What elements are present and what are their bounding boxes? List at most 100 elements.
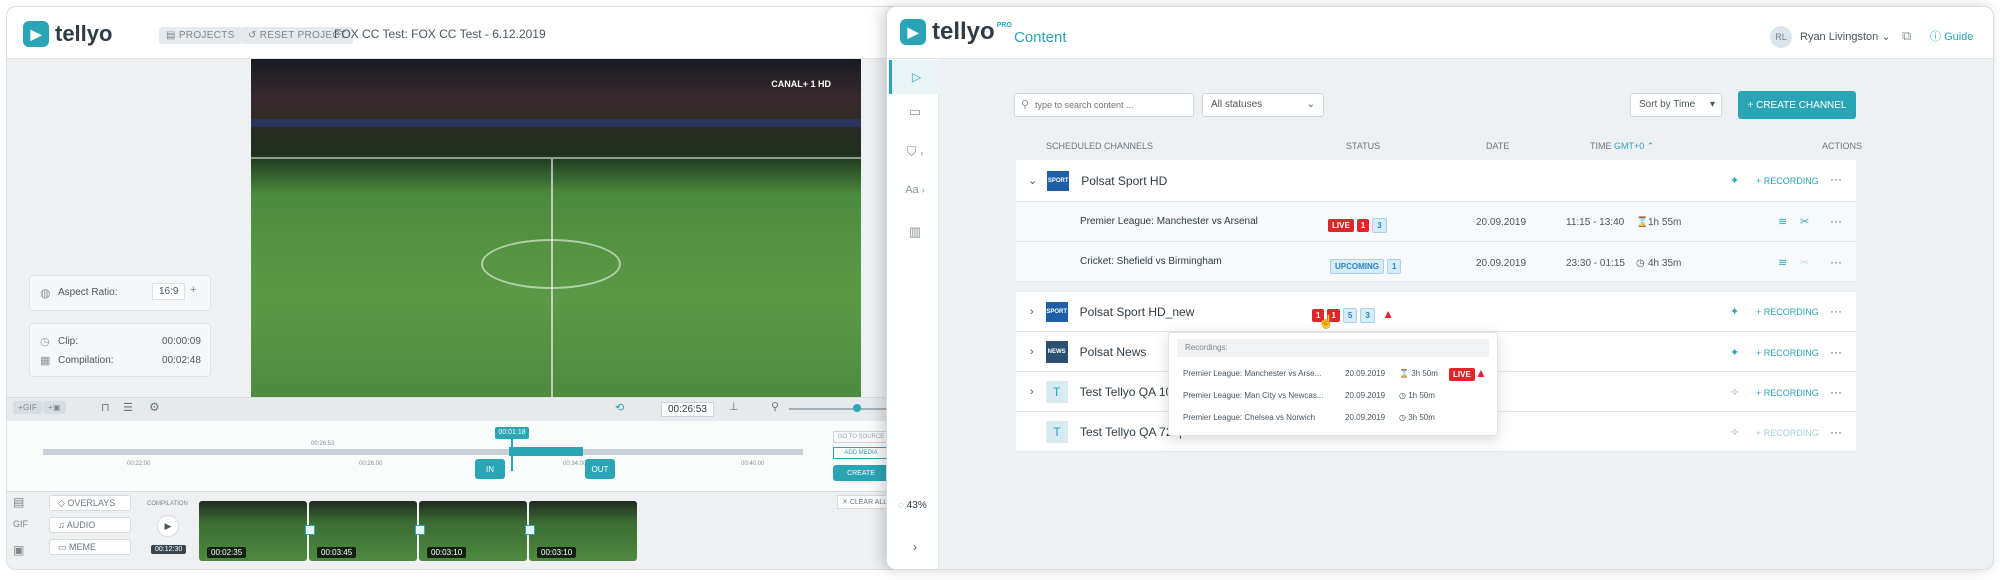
chevron-right-icon[interactable]: › <box>1030 386 1034 398</box>
projects-button[interactable]: ▤ PROJECTS <box>159 27 242 44</box>
search-box[interactable]: ⚲ <box>1014 93 1194 117</box>
avatar[interactable]: RL <box>1770 26 1792 48</box>
add-gif-button[interactable]: +GIF <box>13 401 43 414</box>
add-recording-button[interactable]: + RECORDING <box>1756 348 1819 358</box>
wifi-icon[interactable]: ≋ <box>1778 215 1787 228</box>
scissors-icon[interactable]: ✂ <box>1800 256 1809 269</box>
clip-thumbnail[interactable]: 00:03:10 <box>529 501 637 561</box>
editor-window: ▶ tellyo ▤ PROJECTS ↺ RESET PROJECT FOX … <box>6 6 906 570</box>
more-icon[interactable]: ··· <box>1830 304 1842 318</box>
clip-selection[interactable] <box>509 447 583 456</box>
channel-logo: T <box>1046 420 1068 443</box>
plus-icon[interactable]: + <box>190 284 196 296</box>
play-compilation-button[interactable]: ▶ <box>157 515 179 537</box>
pin-outline-icon[interactable]: ✧ <box>1730 426 1739 439</box>
settings-icon[interactable]: ⚙ <box>149 400 160 414</box>
page-title: Content <box>1014 29 1067 46</box>
bookmark-icon[interactable]: ⊓ <box>101 401 110 414</box>
event-row[interactable]: Cricket: Shefield vs Birmingham <box>1016 242 1856 282</box>
sidebar-item-analytics[interactable]: ▥ <box>889 224 941 246</box>
clip-thumbnail[interactable]: 00:03:45 <box>309 501 417 561</box>
add-recording-button[interactable]: + RECORDING <box>1756 428 1819 438</box>
external-link-icon[interactable]: ⧉ <box>1902 28 1911 44</box>
channel-logo: NEWS <box>1045 340 1068 363</box>
user-menu[interactable]: Ryan Livingston ⌄ <box>1800 30 1891 43</box>
overlays-button[interactable]: ◇ OVERLAYS <box>49 495 131 511</box>
timecode-display[interactable]: 00:26:53 <box>661 402 714 417</box>
create-channel-button[interactable]: + CREATE CHANNEL <box>1738 91 1856 119</box>
in-button[interactable]: IN <box>475 459 505 479</box>
go-to-source-button[interactable]: GO TO SOURCE <box>833 431 889 443</box>
sidebar-item-media[interactable]: ▭ <box>889 104 941 126</box>
wifi-icon[interactable]: ≋ <box>1778 256 1787 269</box>
column-header-actions: ACTIONS <box>1822 141 1863 151</box>
more-icon[interactable]: ··· <box>1830 214 1842 228</box>
recording-title[interactable]: Premier League: Manchester vs Arse... <box>1183 369 1321 378</box>
clip-thumbnail[interactable]: 00:02:35 <box>199 501 307 561</box>
sidebar-item-text[interactable]: Aa › <box>889 184 941 206</box>
clock-icon: ◷ <box>1399 413 1406 422</box>
recording-title[interactable]: Premier League: Man City vs Newcas... <box>1183 391 1324 400</box>
add-media-button[interactable]: ADD MEDIA <box>833 447 889 459</box>
expand-sidebar-button[interactable]: › <box>889 540 941 554</box>
chevron-right-icon: › <box>913 540 917 554</box>
more-icon[interactable]: ··· <box>1830 255 1842 269</box>
transition-icon[interactable] <box>525 525 535 535</box>
aspect-ratio-card: ◍ Aspect Ratio: 16:9 + <box>29 275 211 311</box>
zoom-slider[interactable] <box>789 408 899 410</box>
event-row[interactable]: Premier League: Manchester vs Arsenal <box>1016 202 1856 242</box>
editor-logo[interactable]: ▶ tellyo <box>23 21 112 47</box>
more-icon[interactable]: ··· <box>1830 345 1842 359</box>
chevron-right-icon[interactable]: › <box>1030 346 1034 358</box>
add-image-button[interactable]: +▣ <box>43 401 66 414</box>
more-icon[interactable]: ··· <box>1830 425 1842 439</box>
image-icon[interactable]: ▣ <box>13 543 24 557</box>
marker-icon[interactable]: ⊥ <box>729 400 739 413</box>
clip-thumbnail[interactable]: 00:03:10 <box>419 501 527 561</box>
pin-icon[interactable]: ✦ <box>1730 174 1739 187</box>
column-header-time[interactable]: TIME GMT+0 ⌃ <box>1590 141 1654 152</box>
status-filter-select[interactable]: All statuses ⌄ <box>1202 93 1324 117</box>
audio-button[interactable]: ♫ AUDIO <box>49 517 131 533</box>
video-player[interactable]: CANAL+ 1 HD <box>251 59 861 397</box>
sidebar-item-security[interactable]: ⛉ › <box>889 144 941 166</box>
meme-button[interactable]: ▭ MEME <box>49 539 131 555</box>
add-recording-button[interactable]: + RECORDING <box>1756 307 1819 317</box>
playhead[interactable] <box>511 435 513 471</box>
add-recording-button[interactable]: + RECORDING <box>1756 176 1819 186</box>
column-header-channels: SCHEDULED CHANNELS <box>1046 141 1154 151</box>
gif-icon[interactable]: GIF <box>13 519 28 529</box>
pin-outline-icon[interactable]: ✧ <box>1730 386 1739 399</box>
loop-icon[interactable]: ⟲ <box>615 401 624 414</box>
film-strip-icon[interactable]: ▤ <box>13 495 24 509</box>
pin-icon[interactable]: ✦ <box>1730 346 1739 359</box>
clear-all-button[interactable]: ✕ CLEAR ALL <box>837 495 893 509</box>
sidebar-item-content[interactable]: ▷ <box>889 60 941 94</box>
hourglass-icon: ⌛ <box>1636 217 1649 228</box>
transition-icon[interactable] <box>305 525 315 535</box>
list-icon[interactable]: ☰ <box>123 401 133 414</box>
more-icon[interactable]: ··· <box>1830 385 1842 399</box>
channel-logo: T <box>1045 380 1068 403</box>
clip-info-card: ◷ Clip: 00:00:09 ▦ Compilation: 00:02:48 <box>29 323 211 377</box>
scissors-icon[interactable]: ✂ <box>1800 215 1809 228</box>
create-button[interactable]: CREATE <box>833 465 889 481</box>
add-recording-button[interactable]: + RECORDING <box>1756 388 1819 398</box>
event-status: UPCOMING 1 <box>1330 256 1404 274</box>
zoom-slider-handle[interactable] <box>853 404 861 412</box>
more-icon[interactable]: ··· <box>1830 172 1842 186</box>
search-input[interactable] <box>1035 97 1189 113</box>
sort-select[interactable]: Sort by Time ▾ <box>1630 93 1722 117</box>
out-button[interactable]: OUT <box>585 459 615 479</box>
shield-icon: ⛉ <box>906 144 917 159</box>
pin-icon[interactable]: ✦ <box>1730 305 1739 318</box>
aspect-select[interactable]: 16:9 <box>152 283 186 300</box>
recording-title[interactable]: Premier League: Chelsea vs Norwich <box>1183 413 1315 422</box>
content-logo[interactable]: ▶ tellyo PRO <box>900 18 1012 46</box>
guide-link[interactable]: ⓘ Guide <box>1930 28 1973 44</box>
timeline-track[interactable] <box>43 449 803 455</box>
chevron-right-icon[interactable]: › <box>1030 306 1034 318</box>
recordings-popup: Recordings: Premier League: Manchester v… <box>1168 332 1498 436</box>
chevron-down-icon[interactable]: ⌄ <box>1028 174 1037 187</box>
transition-icon[interactable] <box>415 525 425 535</box>
